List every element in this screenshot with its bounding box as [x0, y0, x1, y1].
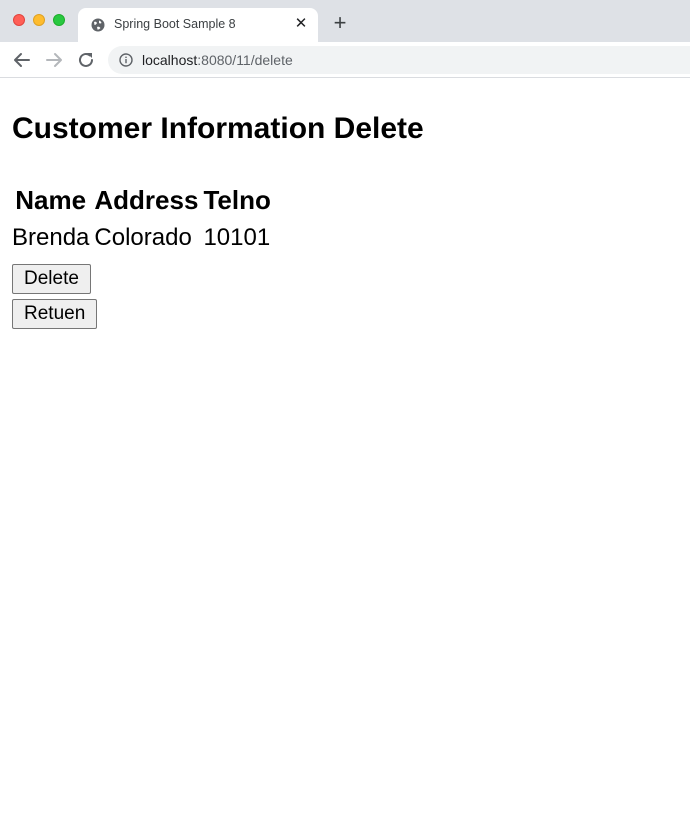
window-minimize-icon[interactable]	[33, 14, 45, 26]
delete-button[interactable]: Delete	[12, 264, 91, 294]
customer-table: Name Address Telno Brenda Colorado 10101	[7, 180, 276, 258]
url-text[interactable]: localhost:8080/11/delete	[142, 52, 293, 68]
browser-tab-strip: Spring Boot Sample 8 ✕ +	[0, 0, 690, 42]
table-header-row: Name Address Telno	[12, 182, 271, 218]
arrow-right-icon[interactable]	[43, 49, 65, 71]
new-tab-button[interactable]: +	[330, 12, 350, 34]
cell-telno: 10101	[203, 224, 271, 251]
tab-title: Spring Boot Sample 8	[114, 17, 236, 31]
window-maximize-icon[interactable]	[53, 14, 65, 26]
table-row: Brenda Colorado 10101	[12, 220, 271, 256]
browser-tab[interactable]: Spring Boot Sample 8 ✕	[78, 8, 318, 42]
header-name: Name	[15, 185, 87, 215]
address-bar[interactable]: localhost:8080/11/delete	[108, 46, 690, 74]
reload-icon[interactable]	[75, 49, 97, 71]
cell-address: Colorado	[94, 224, 192, 251]
browser-toolbar: localhost:8080/11/delete	[0, 42, 690, 78]
window-close-icon[interactable]	[13, 14, 25, 26]
arrow-left-icon[interactable]	[11, 49, 33, 71]
header-telno: Telno	[203, 185, 271, 215]
action-buttons: Delete Retuen	[12, 264, 678, 329]
cell-name: Brenda	[12, 224, 90, 251]
url-path: :8080/11/delete	[197, 52, 293, 68]
url-host: localhost	[142, 52, 198, 68]
page-content: Customer Information Delete Name Address…	[0, 79, 690, 838]
close-icon[interactable]: ✕	[292, 15, 310, 33]
return-button[interactable]: Retuen	[12, 299, 98, 329]
page-title: Customer Information Delete	[12, 112, 424, 145]
info-icon[interactable]	[119, 53, 133, 67]
globe-icon	[91, 18, 105, 32]
header-address: Address	[94, 185, 199, 215]
